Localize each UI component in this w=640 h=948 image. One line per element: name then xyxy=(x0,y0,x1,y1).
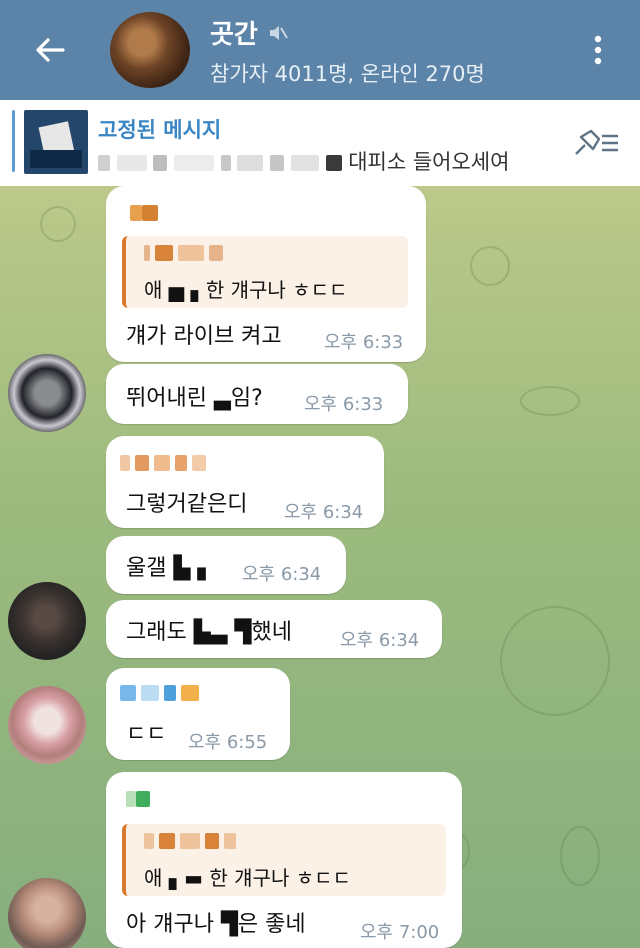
chat-subtitle: 참가자 4011명, 온라인 270명 xyxy=(210,62,485,86)
background-doodle xyxy=(470,246,510,286)
message-text: 걔가 라이브 켜고 xyxy=(126,324,282,349)
chat-title-text: 곳간 xyxy=(210,20,258,50)
message-time: 오후 6:34 xyxy=(242,564,322,585)
message-bubble[interactable]: 뛰어내린 ▃임? 오후 6:33 xyxy=(106,364,408,424)
user-avatar[interactable] xyxy=(8,686,86,764)
user-avatar[interactable] xyxy=(8,354,86,432)
sender-name xyxy=(130,202,158,222)
quote-sender xyxy=(144,830,237,849)
message-bubble[interactable]: 애 ▅ ▖한 걔구나 ㅎㄷㄷ 걔가 라이브 켜고 오후 6:33 xyxy=(106,186,426,362)
user-avatar[interactable] xyxy=(8,878,86,948)
pinned-preview: 대피소 들어오세여 xyxy=(98,146,509,176)
message-bubble[interactable]: 그래도 ▙▃ ▜했네 오후 6:34 xyxy=(106,600,442,658)
message-bubble[interactable]: 애 ▖▬ 한 걔구나 ㅎㄷㄷ 아 걔구나 ▜은 좋네 오후 7:00 xyxy=(106,772,462,948)
message-time: 오후 7:00 xyxy=(360,922,440,943)
background-doodle xyxy=(520,386,580,416)
sender-name xyxy=(120,682,200,702)
background-doodle xyxy=(560,826,600,886)
message-bubble[interactable]: 그렇거같은디 오후 6:34 xyxy=(106,436,384,528)
group-avatar[interactable] xyxy=(110,12,190,88)
back-arrow-icon[interactable] xyxy=(30,32,70,68)
message-bubble[interactable]: 울갤 ▙ ▖ 오후 6:34 xyxy=(106,536,346,594)
sender-name xyxy=(126,788,150,808)
message-text: ㄷㄷ xyxy=(126,722,167,747)
pinned-message-bar[interactable]: 고정된 메시지 대피소 들어오세여 xyxy=(0,100,640,186)
pinned-indicator xyxy=(12,110,15,172)
message-time: 오후 6:34 xyxy=(340,630,420,651)
muted-icon xyxy=(269,25,288,40)
pinned-list-icon[interactable] xyxy=(572,128,620,158)
chat-header: 곳간 참가자 4011명, 온라인 270명 xyxy=(0,0,640,100)
pinned-text: 대피소 들어오세여 xyxy=(348,150,510,174)
sender-name xyxy=(120,452,207,472)
quote-text: 애 ▖▬ 한 걔구나 ㅎㄷㄷ xyxy=(144,866,351,890)
reply-quote[interactable]: 애 ▖▬ 한 걔구나 ㅎㄷㄷ xyxy=(122,824,446,896)
background-doodle xyxy=(40,206,76,242)
message-time: 오후 6:33 xyxy=(324,332,404,353)
quote-sender xyxy=(144,242,224,261)
pinned-thumbnail xyxy=(24,110,88,174)
message-time: 오후 6:33 xyxy=(304,394,384,415)
message-text: 뛰어내린 ▃임? xyxy=(126,386,263,411)
message-time: 오후 6:55 xyxy=(188,732,268,753)
message-text: 그래도 ▙▃ ▜했네 xyxy=(126,620,292,645)
message-text: 아 걔구나 ▜은 좋네 xyxy=(126,912,306,937)
message-list[interactable]: 애 ▅ ▖한 걔구나 ㅎㄷㄷ 걔가 라이브 켜고 오후 6:33 뛰어내린 ▃임… xyxy=(0,186,640,948)
message-text: 그렇거같은디 xyxy=(126,492,248,517)
message-time: 오후 6:34 xyxy=(284,502,364,523)
chat-title[interactable]: 곳간 xyxy=(210,14,288,51)
reply-quote[interactable]: 애 ▅ ▖한 걔구나 ㅎㄷㄷ xyxy=(122,236,408,308)
message-bubble[interactable]: ㄷㄷ 오후 6:55 xyxy=(106,668,290,760)
pinned-title: 고정된 메시지 xyxy=(98,118,222,142)
background-doodle xyxy=(500,606,610,716)
user-avatar[interactable] xyxy=(8,582,86,660)
more-options-icon[interactable] xyxy=(584,30,612,70)
quote-text: 애 ▅ ▖한 걔구나 ㅎㄷㄷ xyxy=(144,278,348,302)
message-text: 울갤 ▙ ▖ xyxy=(126,556,215,581)
